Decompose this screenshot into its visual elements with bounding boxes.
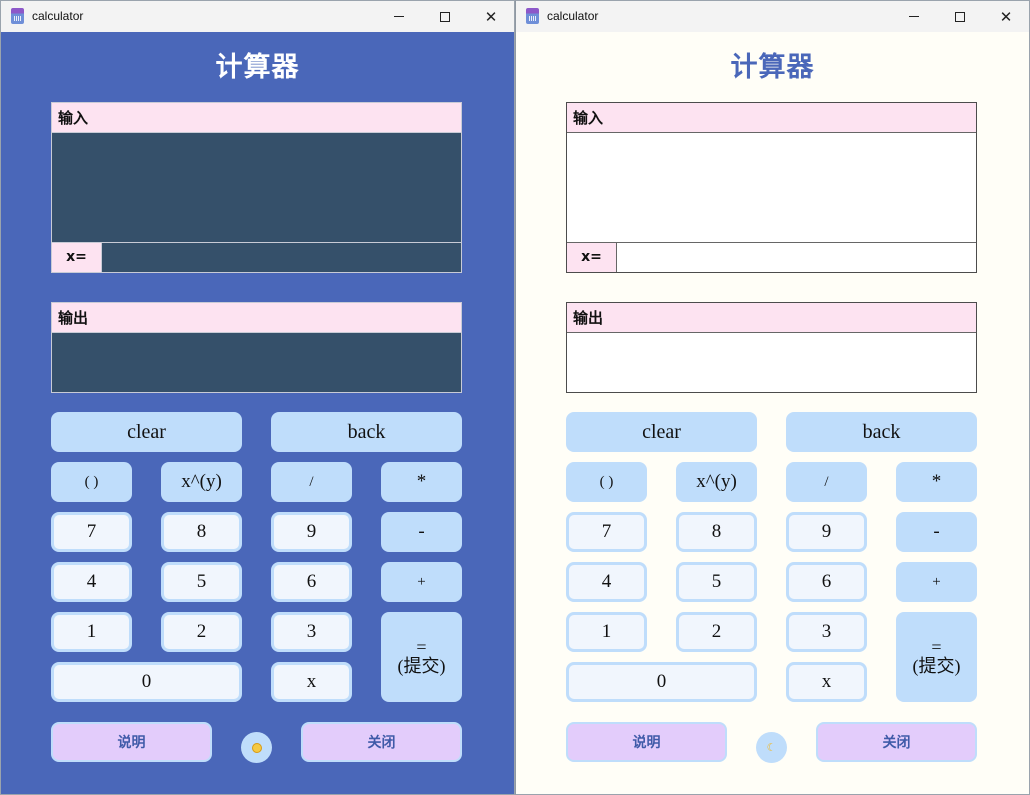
output-panel: 输出 — [566, 302, 977, 393]
digit-0-button[interactable]: 0 — [51, 662, 242, 702]
plus-button[interactable]: + — [896, 562, 977, 602]
digit-7-button[interactable]: 7 — [566, 512, 647, 552]
equals-label: = — [416, 637, 427, 657]
calculator-app-icon — [11, 8, 24, 24]
window-close-button[interactable]: ✕ — [468, 1, 514, 32]
power-button[interactable]: x^(y) — [161, 462, 242, 502]
x-value-field[interactable] — [102, 243, 461, 272]
close-app-button[interactable]: 关闭 — [301, 722, 462, 762]
theme-toggle-button[interactable] — [241, 732, 272, 763]
parentheses-button[interactable]: ( ) — [566, 462, 647, 502]
calculator-body: 计算器 输入 x= 输出 clear back ( ) x^(y) / * 7 … — [516, 32, 1029, 794]
output-label: 输出 — [567, 303, 976, 333]
digit-8-button[interactable]: 8 — [676, 512, 757, 552]
plus-button[interactable]: + — [381, 562, 462, 602]
window-title: calculator — [547, 9, 599, 23]
submit-label: (提交) — [912, 656, 961, 676]
clear-button[interactable]: clear — [51, 412, 242, 452]
minus-button[interactable]: - — [896, 512, 977, 552]
calculator-window-dark: calculator ✕ 计算器 输入 x= 输出 clear back ( )… — [0, 0, 515, 795]
help-button[interactable]: 说明 — [566, 722, 727, 762]
digit-5-button[interactable]: 5 — [676, 562, 757, 602]
maximize-icon — [955, 11, 965, 22]
power-button[interactable]: x^(y) — [676, 462, 757, 502]
moon-icon: ☾ — [766, 741, 777, 754]
digit-7-button[interactable]: 7 — [51, 512, 132, 552]
page-title: 计算器 — [730, 52, 815, 83]
x-label: x= — [567, 243, 617, 272]
output-field — [567, 333, 976, 392]
digit-4-button[interactable]: 4 — [566, 562, 647, 602]
title-bar[interactable]: calculator ✕ — [1, 1, 514, 32]
digit-9-button[interactable]: 9 — [786, 512, 867, 552]
parentheses-button[interactable]: ( ) — [51, 462, 132, 502]
variable-x-button[interactable]: x — [271, 662, 352, 702]
digit-6-button[interactable]: 6 — [271, 562, 352, 602]
digit-9-button[interactable]: 9 — [271, 512, 352, 552]
input-label: 输入 — [52, 103, 461, 133]
x-value-row: x= — [52, 242, 461, 272]
window-close-button[interactable]: ✕ — [983, 1, 1029, 32]
digit-1-button[interactable]: 1 — [566, 612, 647, 652]
page-title: 计算器 — [215, 52, 300, 83]
digit-4-button[interactable]: 4 — [51, 562, 132, 602]
x-label: x= — [52, 243, 102, 272]
minimize-icon — [394, 16, 404, 17]
input-expression-field[interactable] — [567, 133, 976, 242]
help-button[interactable]: 说明 — [51, 722, 212, 762]
digit-2-button[interactable]: 2 — [676, 612, 757, 652]
input-expression-field[interactable] — [52, 133, 461, 242]
digit-5-button[interactable]: 5 — [161, 562, 242, 602]
theme-toggle-button[interactable]: ☾ — [756, 732, 787, 763]
digit-2-button[interactable]: 2 — [161, 612, 242, 652]
minimize-button[interactable] — [891, 1, 937, 32]
close-icon: ✕ — [484, 7, 498, 26]
output-panel: 输出 — [51, 302, 462, 393]
calculator-window-light: calculator ✕ 计算器 输入 x= 输出 clear back ( )… — [515, 0, 1030, 795]
calculator-body: 计算器 输入 x= 输出 clear back ( ) x^(y) / * 7 … — [1, 32, 514, 794]
variable-x-button[interactable]: x — [786, 662, 867, 702]
digit-3-button[interactable]: 3 — [271, 612, 352, 652]
equals-submit-button[interactable]: = (提交) — [896, 612, 977, 702]
submit-label: (提交) — [397, 656, 446, 676]
maximize-button[interactable] — [422, 1, 468, 32]
equals-label: = — [931, 637, 942, 657]
maximize-button[interactable] — [937, 1, 983, 32]
output-label: 输出 — [52, 303, 461, 333]
maximize-icon — [440, 11, 450, 22]
digit-6-button[interactable]: 6 — [786, 562, 867, 602]
divide-button[interactable]: / — [271, 462, 352, 502]
back-button[interactable]: back — [271, 412, 462, 452]
input-panel: 输入 x= — [51, 102, 462, 273]
back-button[interactable]: back — [786, 412, 977, 452]
x-value-field[interactable] — [617, 243, 976, 272]
window-title: calculator — [32, 9, 84, 23]
divide-button[interactable]: / — [786, 462, 867, 502]
input-panel: 输入 x= — [566, 102, 977, 273]
x-value-row: x= — [567, 242, 976, 272]
calculator-app-icon — [526, 8, 539, 24]
digit-1-button[interactable]: 1 — [51, 612, 132, 652]
minimize-button[interactable] — [376, 1, 422, 32]
digit-3-button[interactable]: 3 — [786, 612, 867, 652]
close-icon: ✕ — [999, 7, 1013, 26]
title-bar[interactable]: calculator ✕ — [516, 1, 1029, 32]
digit-8-button[interactable]: 8 — [161, 512, 242, 552]
input-label: 输入 — [567, 103, 976, 133]
equals-submit-button[interactable]: = (提交) — [381, 612, 462, 702]
digit-0-button[interactable]: 0 — [566, 662, 757, 702]
sun-icon — [251, 742, 262, 753]
output-field — [52, 333, 461, 392]
multiply-button[interactable]: * — [896, 462, 977, 502]
minus-button[interactable]: - — [381, 512, 462, 552]
clear-button[interactable]: clear — [566, 412, 757, 452]
minimize-icon — [909, 16, 919, 17]
close-app-button[interactable]: 关闭 — [816, 722, 977, 762]
multiply-button[interactable]: * — [381, 462, 462, 502]
